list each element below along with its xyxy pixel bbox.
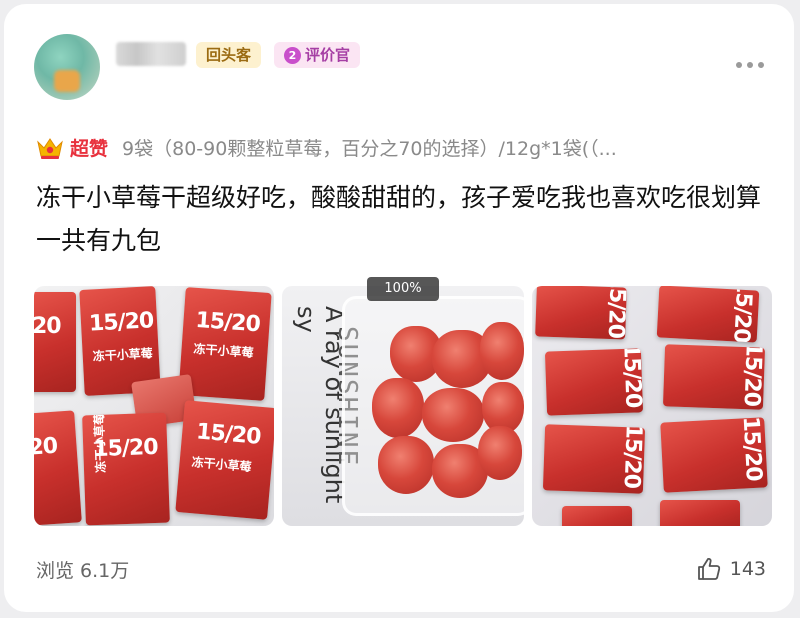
sku-spec[interactable]: 9袋（80-90颗整粒草莓，百分之70的选择）/12g*1袋(（... — [122, 134, 617, 161]
reviewer-level-icon: 2 — [284, 46, 301, 64]
review-card: 回头客 2 评价官 超赞 9袋（80-90颗整粒草莓，百分之70的选择）/12g… — [4, 4, 794, 612]
like-button[interactable]: 143 — [696, 556, 766, 582]
crown-icon — [37, 137, 63, 159]
rating-label: 超赞 — [70, 138, 109, 160]
returning-customer-label: 回头客 — [206, 46, 252, 64]
strawberry-image — [372, 378, 424, 438]
bag-image: 15/20 — [660, 417, 768, 493]
bag-image — [562, 506, 632, 526]
like-count: 143 — [729, 558, 766, 580]
strawberry-image — [480, 322, 524, 380]
reviewer-label: 评价官 — [305, 46, 351, 64]
rating-row: 超赞 9袋（80-90颗整粒草莓，百分之70的选择）/12g*1袋(（... — [36, 134, 776, 161]
strawberry-image — [378, 436, 434, 494]
view-count: 浏览 6.1万 — [36, 560, 130, 582]
more-options-icon[interactable] — [736, 62, 764, 68]
review-photo-1[interactable]: 20 15/20 冻干小草莓 15/20 冻干小草莓 20 15/20 冻干小草… — [34, 286, 274, 526]
bag-image: 15/20 — [662, 344, 766, 410]
bag-image: 15/20 — [544, 348, 644, 416]
bag-image: 15/20 — [542, 424, 646, 494]
bag-image: 15/20 冻干小草莓 — [178, 287, 272, 401]
returning-customer-badge: 回头客 — [196, 42, 262, 68]
review-photo-3[interactable]: 15/20 15/20 15/20 15/20 15/20 15/20 — [532, 286, 772, 526]
bag-image: 20 — [34, 292, 76, 392]
zoom-indicator: 100% — [367, 277, 439, 301]
thumbs-up-icon — [697, 557, 720, 580]
review-photo-2[interactable]: A ray of sunlight sy SUNSHINE — [282, 286, 524, 526]
reviewer-badge: 2 评价官 — [274, 42, 361, 68]
avatar[interactable] — [34, 34, 100, 100]
bag-image: 20 — [34, 410, 82, 526]
review-text: 冻干小草莓干超级好吃，酸酸甜甜的，孩子爱吃我也喜欢吃很划算一共有九包 — [36, 183, 762, 255]
bag-image: 15/20 — [535, 286, 627, 340]
bag-image — [660, 500, 740, 526]
bag-image: 15/20 冻干小草莓 — [82, 412, 170, 526]
strawberry-image — [422, 388, 484, 442]
username-blurred[interactable] — [116, 42, 186, 66]
bag-image: 15/20 — [656, 286, 760, 343]
bag-image: 15/20 冻干小草莓 — [175, 400, 274, 520]
strawberry-image — [478, 426, 522, 480]
